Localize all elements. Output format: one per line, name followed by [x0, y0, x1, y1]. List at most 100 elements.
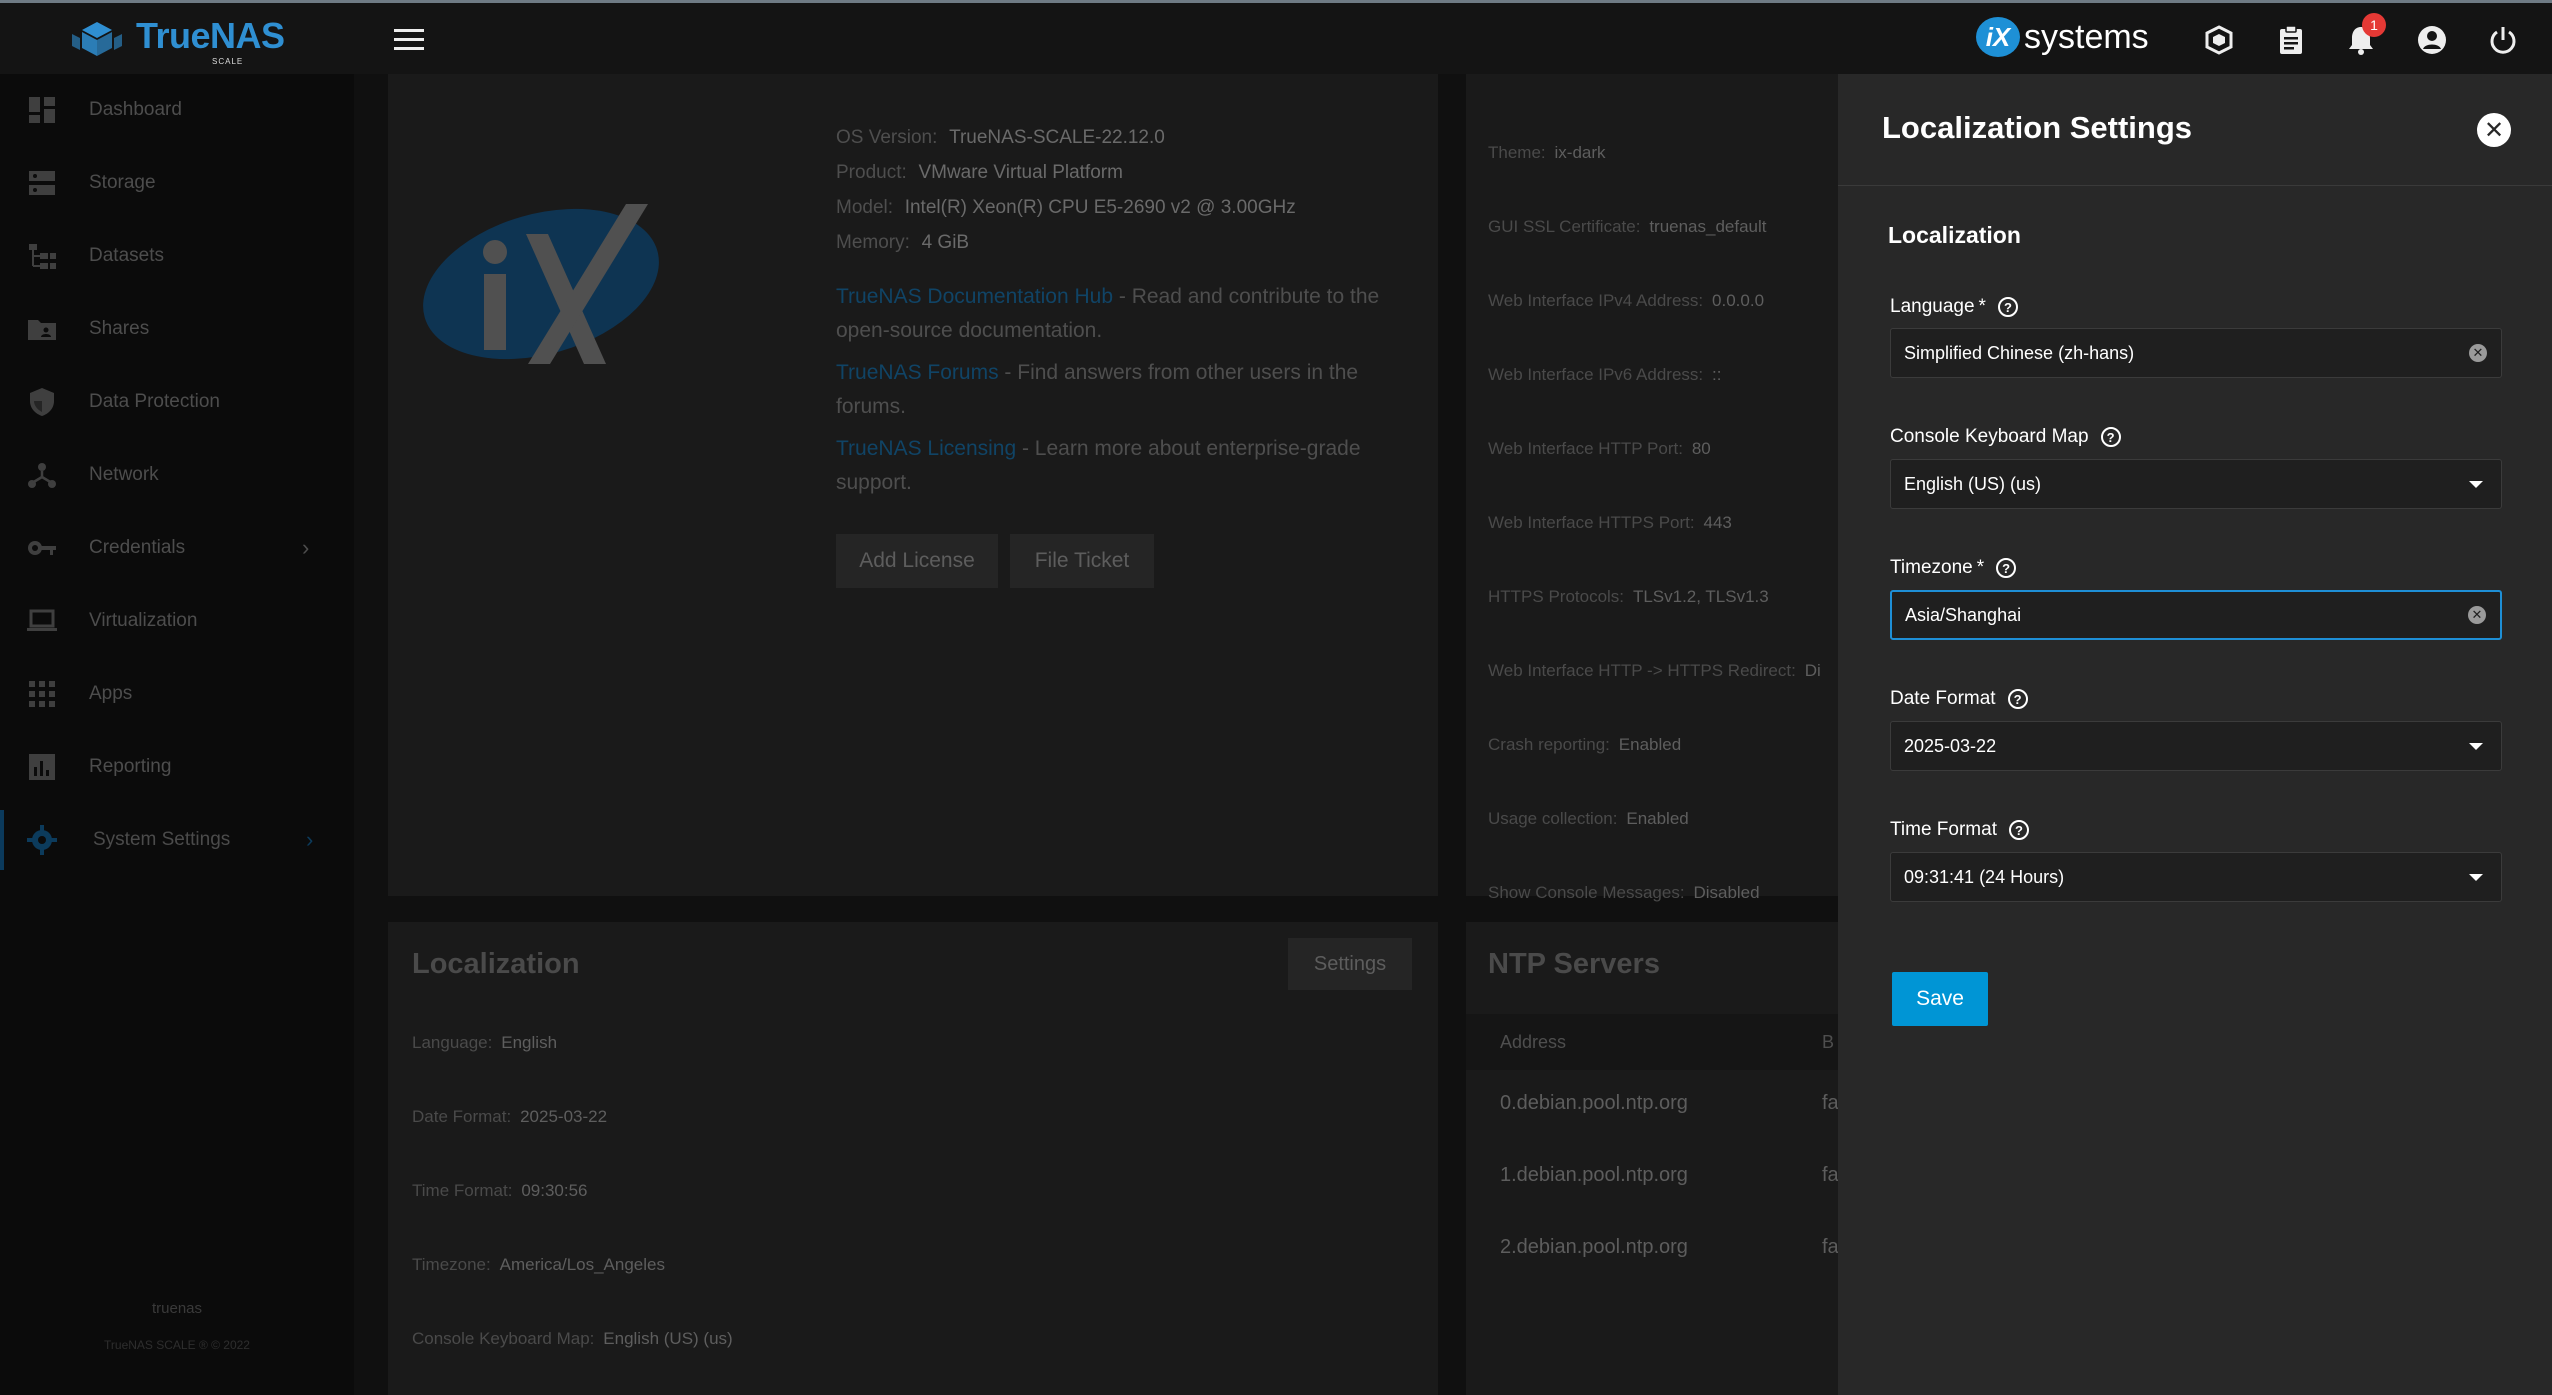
task-manager-clipboard-icon[interactable]: [2274, 23, 2308, 57]
sidebar-item-label: Dashboard: [89, 99, 182, 120]
ixsystems-logo[interactable]: iX systems: [1976, 17, 2149, 57]
documentation-hub-link[interactable]: TrueNAS Documentation Hub: [836, 285, 1113, 308]
ntp-col-second[interactable]: B: [1822, 1032, 1834, 1053]
sidebar-item-storage[interactable]: Storage: [0, 153, 354, 213]
key-icon: [28, 541, 56, 555]
sidebar-item-data-protection[interactable]: Data Protection: [0, 372, 354, 432]
gui-row-ipv6: Web Interface IPv6 Address: ::: [1488, 365, 1722, 384]
language-label: Language * ?: [1890, 296, 2018, 318]
os-version-row: OS Version: TrueNAS-SCALE-22.12.0: [836, 127, 1165, 148]
model-value: Intel(R) Xeon(R) CPU E5-2690 v2 @ 3.00GH…: [904, 197, 1296, 218]
logo-text: TrueNAS: [136, 15, 285, 56]
laptop-icon: [27, 609, 57, 631]
save-button[interactable]: Save: [1892, 972, 1988, 1026]
sidebar-copyright[interactable]: TrueNAS SCALE ® © 2022: [0, 1338, 354, 1352]
sidebar-item-datasets[interactable]: Datasets: [0, 226, 354, 286]
menu-toggle-icon[interactable]: [394, 29, 424, 51]
sidebar-item-shares[interactable]: Shares: [0, 299, 354, 359]
memory-value: 4 GiB: [921, 232, 970, 253]
ntp-card-title: NTP Servers: [1488, 948, 1660, 980]
time-format-value: 09:31:41 (24 Hours): [1904, 866, 2065, 887]
date-format-select[interactable]: 2025-03-22: [1890, 721, 2502, 771]
clear-icon[interactable]: ✕: [2469, 344, 2487, 362]
sidebar-item-label: Virtualization: [89, 610, 198, 631]
loc-row-time-format: Time Format: 09:30:56: [412, 1181, 588, 1200]
gui-row-theme: Theme: ix-dark: [1488, 143, 1606, 162]
truenas-logo[interactable]: TrueNAS SCALE: [66, 15, 285, 66]
licensing-link[interactable]: TrueNAS Licensing: [836, 437, 1016, 460]
ntp-col-address[interactable]: Address: [1500, 1032, 1566, 1053]
keyboard-map-select[interactable]: English (US) (us): [1890, 459, 2502, 509]
gui-row-crash-reporting: Crash reporting: Enabled: [1488, 735, 1682, 754]
table-row[interactable]: 0.debian.pool.ntp.org fa: [1466, 1092, 1839, 1164]
power-icon[interactable]: [2486, 23, 2520, 57]
sidebar-item-label: Reporting: [89, 756, 172, 777]
sidebar-item-network[interactable]: Network: [0, 445, 354, 505]
table-row[interactable]: 1.debian.pool.ntp.org fa: [1466, 1164, 1839, 1236]
sidebar-item-label: Data Protection: [89, 391, 220, 412]
dropdown-arrow-icon: [2469, 873, 2483, 881]
notification-count-badge: 1: [2362, 13, 2386, 37]
sidebar-item-label: Credentials: [89, 537, 186, 558]
system-info-text: OS Version: TrueNAS-SCALE-22.12.0 Produc…: [836, 120, 1296, 260]
keyboard-map-label: Console Keyboard Map ?: [1890, 426, 2121, 448]
datasets-icon: [29, 244, 56, 269]
sidebar-item-reporting[interactable]: Reporting: [0, 737, 354, 797]
language-field[interactable]: Simplified Chinese (zh-hans) ✕: [1890, 328, 2502, 378]
account-circle-icon[interactable]: [2415, 23, 2449, 57]
close-icon[interactable]: ✕: [2477, 113, 2511, 147]
sidebar-item-label: Apps: [89, 683, 133, 704]
reporting-chart-icon: [29, 754, 55, 780]
timezone-field[interactable]: Asia/Shanghai ✕: [1890, 590, 2502, 640]
dropdown-arrow-icon: [2469, 480, 2483, 488]
help-icon[interactable]: ?: [2100, 427, 2121, 447]
localization-card: Localization Settings Language: English …: [388, 922, 1438, 1395]
chevron-right-icon: ›: [302, 535, 310, 560]
localization-settings-button[interactable]: Settings: [1288, 938, 1412, 990]
help-icon[interactable]: ?: [2007, 689, 2028, 709]
chevron-right-icon: ›: [306, 827, 314, 852]
ix-logo-image: [423, 204, 659, 364]
forums-link[interactable]: TrueNAS Forums: [836, 361, 999, 384]
dropdown-arrow-icon: [2469, 742, 2483, 750]
ntp-table-body: 0.debian.pool.ntp.org fa 1.debian.pool.nt…: [1466, 1092, 1839, 1308]
sidebar-item-apps[interactable]: Apps: [0, 664, 354, 724]
help-icon[interactable]: ?: [1996, 558, 2017, 578]
model-row: Model: Intel(R) Xeon(R) CPU E5-2690 v2 @…: [836, 197, 1296, 218]
panel-section-title: Localization: [1888, 222, 2021, 248]
help-icon[interactable]: ?: [2008, 820, 2029, 840]
keyboard-map-value: English (US) (us): [1904, 473, 2042, 494]
sidebar: Dashboard Storage Datasets Shares Data P…: [0, 74, 354, 1395]
ix-logo-mark: iX: [1976, 17, 2020, 57]
dashboard-icon: [29, 97, 55, 123]
table-row[interactable]: 2.debian.pool.ntp.org fa: [1466, 1236, 1839, 1308]
time-format-select[interactable]: 09:31:41 (24 Hours): [1890, 852, 2502, 902]
ix-logo-text: systems: [2024, 17, 2149, 56]
localization-card-list: Language: English Date Format: 2025-03-2…: [412, 1006, 733, 1376]
sidebar-item-credentials[interactable]: Credentials ›: [0, 518, 354, 578]
date-format-value: 2025-03-22: [1904, 735, 1997, 756]
ntp-servers-card: NTP Servers Address B 0.debian.pool.ntp.…: [1466, 922, 1839, 1395]
clear-icon[interactable]: ✕: [2468, 606, 2486, 624]
sidebar-item-label: System Settings: [93, 829, 231, 850]
gui-row-redirect: Web Interface HTTP -> HTTPS Redirect: Di: [1488, 661, 1821, 680]
sidebar-item-label: Datasets: [89, 245, 164, 266]
sidebar-item-label: Storage: [89, 172, 156, 193]
os-version-value: TrueNAS-SCALE-22.12.0: [949, 127, 1165, 148]
ntp-table-header: Address B: [1466, 1014, 1838, 1070]
gui-row-ipv4: Web Interface IPv4 Address: 0.0.0.0: [1488, 291, 1765, 310]
truenas-logo-icon: [72, 22, 122, 56]
sidebar-item-dashboard[interactable]: Dashboard: [0, 80, 354, 140]
add-license-button[interactable]: Add License: [836, 534, 998, 588]
sidebar-item-label: Shares: [89, 318, 150, 339]
truecommand-icon[interactable]: [2202, 23, 2236, 57]
file-ticket-button[interactable]: File Ticket: [1010, 534, 1154, 588]
panel-header: Localization Settings ✕: [1838, 74, 2552, 186]
gear-icon: [27, 825, 57, 855]
sidebar-item-system-settings[interactable]: System Settings ›: [0, 810, 354, 870]
product-value: VMware Virtual Platform: [918, 162, 1123, 183]
timezone-value: Asia/Shanghai: [1905, 604, 2022, 625]
help-icon[interactable]: ?: [1997, 297, 2018, 317]
sidebar-item-virtualization[interactable]: Virtualization: [0, 591, 354, 651]
system-info-card: OS Version: TrueNAS-SCALE-22.12.0 Produc…: [388, 74, 1438, 896]
